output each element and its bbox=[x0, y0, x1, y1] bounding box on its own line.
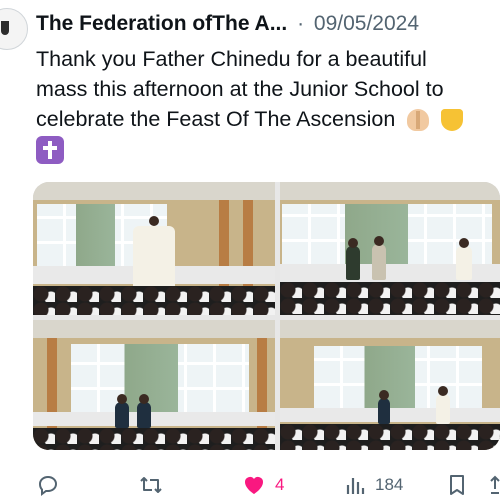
share-button[interactable] bbox=[490, 470, 500, 500]
post-text-line bbox=[36, 134, 500, 165]
media-grid bbox=[33, 182, 500, 450]
heart-icon bbox=[241, 473, 267, 497]
post-text-line: Thank you Father Chinedu for a beautiful bbox=[36, 47, 427, 71]
reply-icon bbox=[36, 473, 60, 497]
post-text-line-content: celebrate the Feast Of The Ascension bbox=[36, 107, 396, 131]
photo-priest-at-altar[interactable] bbox=[33, 182, 275, 315]
school-crest-icon bbox=[1, 21, 9, 35]
latin-cross-icon bbox=[36, 136, 64, 165]
photo-hall-wide-view-2[interactable] bbox=[280, 320, 500, 450]
post-text-line: mass this afternoon at the Junior School… bbox=[36, 77, 444, 101]
author-avatar[interactable] bbox=[0, 8, 28, 50]
post-text-line: celebrate the Feast Of The Ascension bbox=[36, 104, 500, 134]
folded-hands-icon bbox=[407, 109, 430, 132]
bookmark-button[interactable] bbox=[447, 470, 467, 500]
share-icon bbox=[490, 473, 500, 497]
yellow-heart-icon bbox=[441, 109, 464, 132]
photo-hall-wide-view[interactable] bbox=[33, 320, 275, 450]
post-date[interactable]: 09/05/2024 bbox=[314, 12, 419, 35]
like-count: 4 bbox=[275, 475, 285, 494]
views-button[interactable]: 184 bbox=[345, 470, 403, 500]
views-icon bbox=[345, 473, 367, 497]
post-text: Thank you Father Chinedu for a beautiful… bbox=[36, 44, 500, 165]
bookmark-icon bbox=[447, 473, 467, 497]
reply-button[interactable] bbox=[36, 470, 60, 500]
retweet-icon bbox=[138, 473, 164, 497]
views-count: 184 bbox=[375, 475, 404, 494]
post-actions-bar: 4 184 bbox=[0, 470, 500, 500]
like-button[interactable]: 4 bbox=[241, 470, 284, 500]
photo-readers-at-front[interactable] bbox=[280, 182, 500, 315]
author-name[interactable]: The Federation ofThe A... bbox=[36, 12, 287, 35]
retweet-button[interactable] bbox=[138, 470, 164, 500]
post-header: The Federation ofThe A... · 09/05/2024 bbox=[36, 10, 500, 38]
header-separator: · bbox=[297, 12, 305, 35]
